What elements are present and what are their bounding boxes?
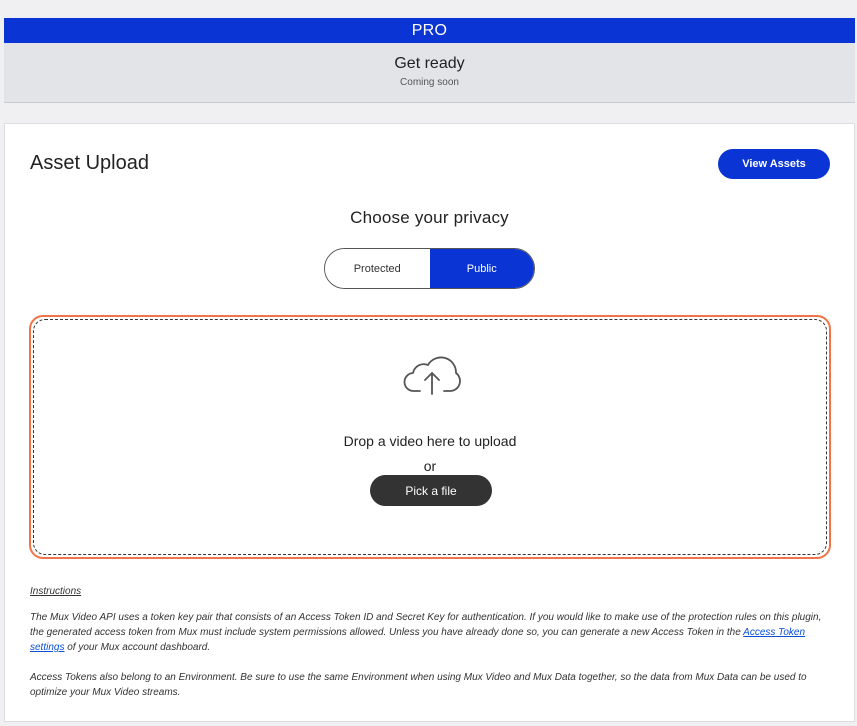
status-subtitle: Coming soon: [400, 77, 459, 88]
status-bar: Get ready Coming soon: [4, 43, 855, 103]
pick-file-button[interactable]: Pick a file: [370, 475, 492, 506]
status-title: Get ready: [394, 55, 465, 72]
view-assets-button[interactable]: View Assets: [718, 149, 830, 179]
page-title: Asset Upload: [30, 152, 149, 174]
instructions-text-1a: The Mux Video API uses a token key pair …: [30, 612, 822, 638]
instructions-heading: Instructions: [30, 586, 82, 597]
or-separator: or: [423, 458, 437, 474]
pro-banner: PRO: [4, 18, 855, 43]
privacy-toggle: Protected Public: [324, 248, 535, 289]
privacy-option-public[interactable]: Public: [429, 249, 534, 288]
privacy-option-protected[interactable]: Protected: [325, 249, 430, 288]
instructions-paragraph-2: Access Tokens also belong to an Environm…: [30, 672, 807, 698]
drop-instruction: Drop a video here to upload: [343, 433, 517, 449]
privacy-heading: Choose your privacy: [350, 208, 509, 227]
asset-upload-card: Asset Upload View Assets Choose your pri…: [4, 123, 855, 722]
instructions-text-1b: of your Mux account dashboard.: [64, 642, 211, 653]
cloud-upload-icon: [403, 356, 461, 395]
video-dropzone[interactable]: Drop a video here to upload or Pick a fi…: [29, 315, 831, 559]
instructions-paragraph-1: The Mux Video API uses a token key pair …: [30, 610, 832, 655]
